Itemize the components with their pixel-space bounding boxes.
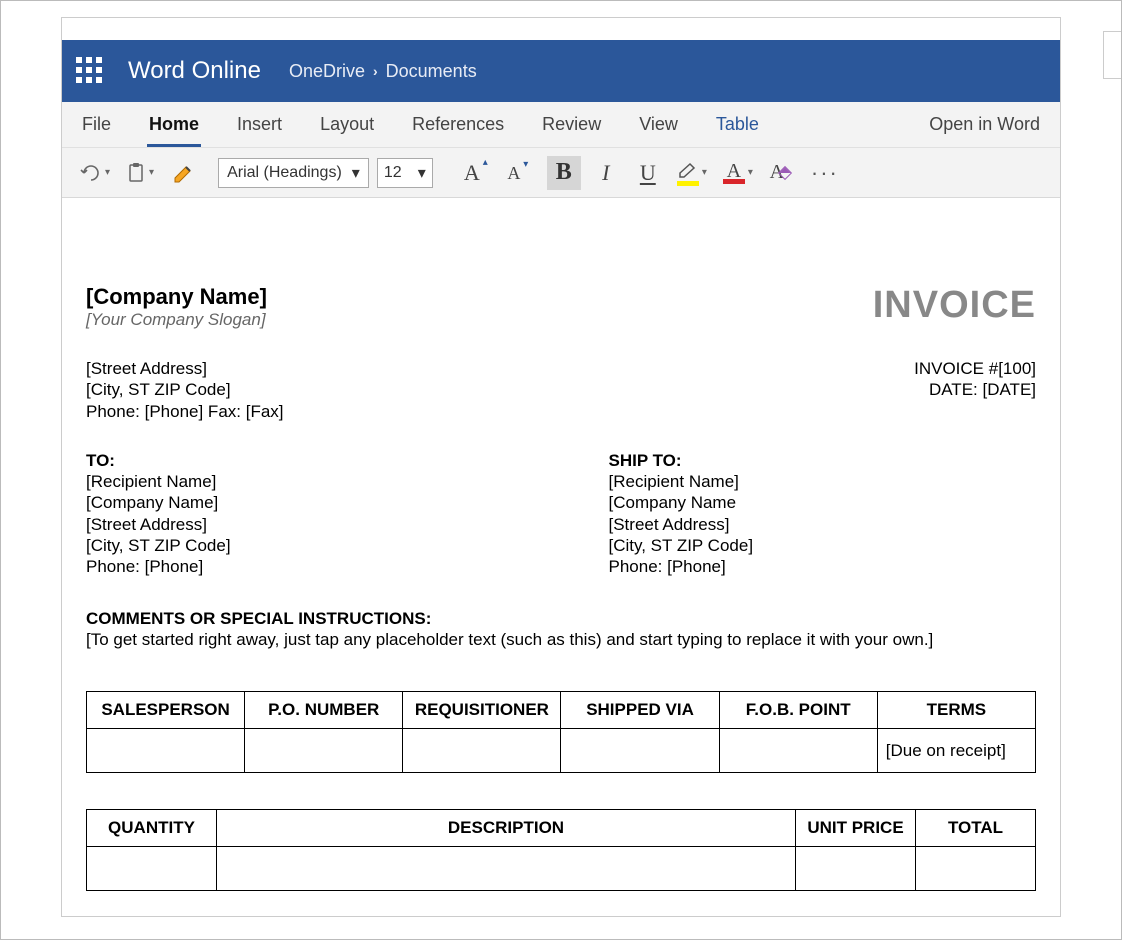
shipto-label[interactable]: SHIP TO: [609,450,1037,471]
cell-unit[interactable] [796,847,916,891]
chevron-down-icon: ▾ [105,167,110,178]
shipto-city[interactable]: [City, ST ZIP Code] [609,535,1037,556]
chevron-down-icon: ▾ [418,163,426,183]
to-company[interactable]: [Company Name] [86,492,514,513]
font-size-value: 12 [384,164,402,182]
cell-req[interactable] [403,729,561,773]
table-row[interactable] [87,847,1036,891]
menu-home[interactable]: Home [147,104,201,145]
right-side-tab[interactable] [1103,31,1121,79]
chevron-down-icon: ▾ [748,167,753,178]
undo-button[interactable]: ▾ [76,156,114,190]
comments-label[interactable]: COMMENTS OR SPECIAL INSTRUCTIONS: [86,609,1036,629]
breadcrumb-leaf[interactable]: Documents [386,61,477,82]
menu-file[interactable]: File [80,104,113,145]
bold-button[interactable]: B [547,156,581,190]
cell-desc[interactable] [217,847,796,891]
font-size-select[interactable]: 12 ▾ [377,158,433,188]
to-city[interactable]: [City, ST ZIP Code] [86,535,514,556]
underline-button[interactable]: U [631,156,665,190]
company-slogan[interactable]: [Your Company Slogan] [86,310,267,330]
font-color-button[interactable]: A ▾ [719,156,757,190]
cell-shipped[interactable] [561,729,719,773]
menu-references[interactable]: References [410,104,506,145]
th-salesperson[interactable]: SALESPERSON [87,692,245,729]
menu-insert[interactable]: Insert [235,104,284,145]
cell-total[interactable] [916,847,1036,891]
page-container: Word Online OneDrive › Documents File Ho… [61,17,1061,917]
th-total[interactable]: TOTAL [916,810,1036,847]
th-po[interactable]: P.O. NUMBER [245,692,403,729]
cell-qty[interactable] [87,847,217,891]
to-label[interactable]: TO: [86,450,514,471]
more-button[interactable]: ··· [807,156,843,190]
breadcrumb[interactable]: OneDrive › Documents [289,61,477,82]
font-name-select[interactable]: Arial (Headings) ▾ [218,158,369,188]
invoice-number[interactable]: INVOICE #[100] [914,358,1036,379]
clear-formatting-button[interactable]: A [765,156,799,190]
company-phone-fax[interactable]: Phone: [Phone] Fax: [Fax] [86,401,284,422]
paste-button[interactable]: ▾ [122,156,158,190]
chevron-down-icon: ▾ [352,163,360,183]
th-shipped[interactable]: SHIPPED VIA [561,692,719,729]
to-name[interactable]: [Recipient Name] [86,471,514,492]
highlight-button[interactable]: ▾ [673,156,711,190]
shipto-phone[interactable]: Phone: [Phone] [609,556,1037,577]
th-desc[interactable]: DESCRIPTION [217,810,796,847]
invoice-title[interactable]: INVOICE [873,284,1036,327]
menu-view[interactable]: View [637,104,680,145]
app-launcher-icon[interactable] [76,57,104,85]
shrink-font-button[interactable]: A▾ [497,156,531,190]
th-terms[interactable]: TERMS [877,692,1035,729]
cell-fob[interactable] [719,729,877,773]
cell-po[interactable] [245,729,403,773]
open-in-word-link[interactable]: Open in Word [927,104,1042,145]
th-req[interactable]: REQUISITIONER [403,692,561,729]
shipto-company[interactable]: [Company Name [609,492,1037,513]
cell-salesperson[interactable] [87,729,245,773]
comments-text[interactable]: [To get started right away, just tap any… [86,629,1036,651]
breadcrumb-root[interactable]: OneDrive [289,61,365,82]
shipto-street[interactable]: [Street Address] [609,514,1037,535]
th-qty[interactable]: QUANTITY [87,810,217,847]
cell-terms[interactable]: [Due on receipt] [877,729,1035,773]
shipto-name[interactable]: [Recipient Name] [609,471,1037,492]
formatting-toolbar: ▾ ▾ Arial (Headings) ▾ 12 ▾ A▴ A▾ [62,148,1060,198]
chevron-right-icon: › [373,63,378,79]
company-street[interactable]: [Street Address] [86,358,284,379]
table-row[interactable]: [Due on receipt] [87,729,1036,773]
format-painter-button[interactable] [166,156,200,190]
menu-table[interactable]: Table [714,104,761,145]
company-name[interactable]: [Company Name] [86,284,267,310]
document-body[interactable]: [Company Name] [Your Company Slogan] INV… [62,198,1060,891]
italic-button[interactable]: I [589,156,623,190]
company-city[interactable]: [City, ST ZIP Code] [86,379,284,400]
to-phone[interactable]: Phone: [Phone] [86,556,514,577]
menu-bar: File Home Insert Layout References Revie… [62,102,1060,148]
font-name-value: Arial (Headings) [227,164,342,182]
th-fob[interactable]: F.O.B. POINT [719,692,877,729]
chevron-down-icon: ▾ [149,167,154,178]
order-info-table[interactable]: SALESPERSON P.O. NUMBER REQUISITIONER SH… [86,691,1036,773]
title-bar: Word Online OneDrive › Documents [62,40,1060,102]
app-title: Word Online [128,57,261,85]
line-items-table[interactable]: QUANTITY DESCRIPTION UNIT PRICE TOTAL [86,809,1036,891]
th-unit[interactable]: UNIT PRICE [796,810,916,847]
chevron-down-icon: ▾ [702,167,707,178]
grow-font-button[interactable]: A▴ [455,156,489,190]
menu-layout[interactable]: Layout [318,104,376,145]
invoice-date[interactable]: DATE: [DATE] [914,379,1036,400]
to-street[interactable]: [Street Address] [86,514,514,535]
menu-review[interactable]: Review [540,104,603,145]
